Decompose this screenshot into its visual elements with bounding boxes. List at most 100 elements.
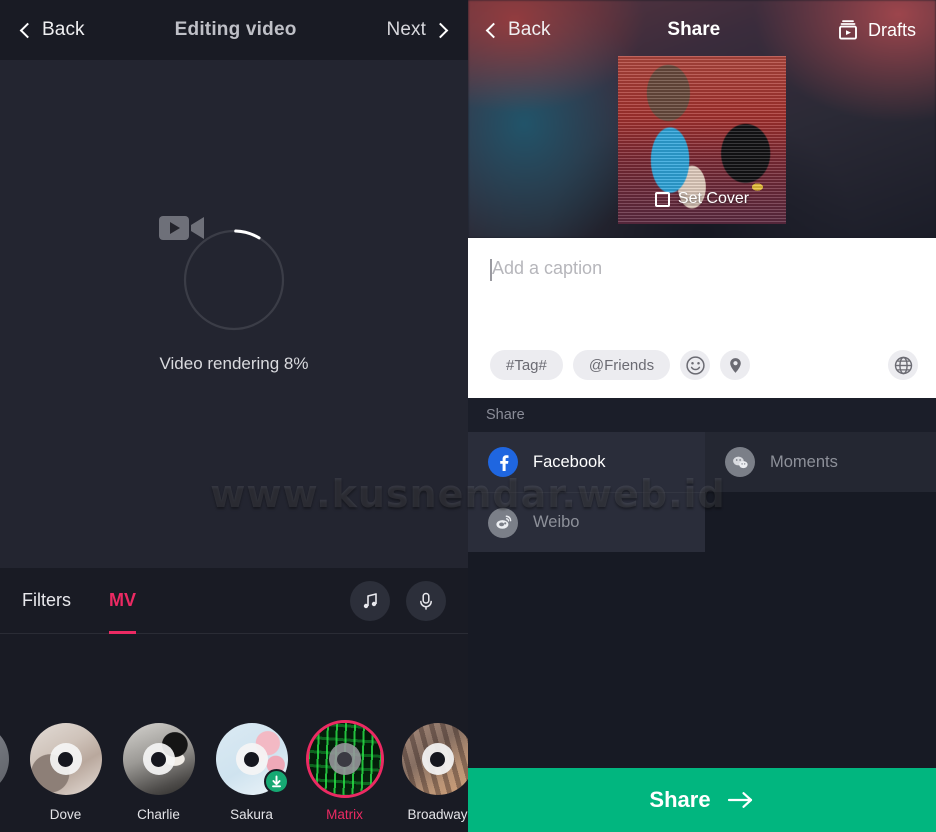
set-cover-button[interactable]: Set Cover [618, 190, 786, 208]
share-target-label: Weibo [533, 513, 580, 531]
disc-hole [142, 743, 175, 775]
caption-toolbar: #Tag# @Friends [490, 350, 918, 380]
text-caret [490, 259, 492, 281]
share-section-header: Share [468, 398, 936, 432]
mv-filter-label: Broadway [407, 807, 468, 822]
privacy-button[interactable] [888, 350, 918, 380]
share-submit-button[interactable]: Share [468, 768, 936, 832]
mv-filter-list[interactable]: Dove Charlie Sakura Matrix Broadway [0, 720, 468, 822]
share-back-button[interactable]: Back [485, 19, 551, 41]
mv-disc-wrap-selected [305, 720, 384, 798]
mv-disc-artwork [401, 723, 468, 795]
chevron-left-icon [485, 22, 502, 38]
share-section-label: Share [486, 407, 525, 423]
facebook-glyph [499, 454, 508, 471]
microphone-icon [420, 592, 432, 610]
progress-ring [159, 216, 286, 332]
render-progress-block: Video rendering 8% [0, 216, 468, 374]
mv-disc-wrap [0, 720, 12, 798]
music-button[interactable] [350, 580, 390, 621]
location-pin-icon [729, 357, 741, 373]
caption-card: Add a caption #Tag# @Friends [468, 238, 936, 398]
share-hero: Back Share Drafts Set Cover [468, 0, 936, 238]
editor-back-label: Back [42, 19, 85, 40]
mv-filter-item[interactable] [0, 720, 19, 807]
mv-filter-item-sakura[interactable]: Sakura [205, 720, 298, 822]
emoji-icon [685, 355, 705, 375]
share-submit-label: Share [649, 787, 711, 812]
download-badge[interactable] [263, 769, 289, 794]
tab-mv[interactable]: MV [109, 568, 136, 634]
mv-disc-wrap [120, 720, 198, 798]
mv-filter-label: Dove [49, 807, 82, 822]
video-thumbnail[interactable]: Set Cover [618, 56, 786, 224]
share-target-label: Moments [770, 452, 838, 471]
mv-disc-artwork [0, 723, 9, 795]
disc-hole [421, 743, 454, 775]
share-column-right: Moments [705, 432, 936, 492]
voiceover-button[interactable] [406, 580, 446, 621]
mv-disc-artwork [308, 723, 381, 795]
share-empty-area [468, 552, 936, 768]
mv-filter-item-charlie[interactable]: Charlie [112, 720, 205, 822]
share-back-label: Back [508, 19, 551, 40]
share-target-moments[interactable]: Moments [705, 432, 936, 492]
editor-header: Back Editing video Next [0, 0, 468, 60]
render-status-text: Video rendering 8% [159, 354, 309, 373]
share-target-facebook[interactable]: Facebook [468, 432, 705, 492]
video-preview-area[interactable]: Video rendering 8% [0, 60, 468, 568]
app-screen: Back Editing video Next Video rendering … [0, 0, 936, 832]
caption-placeholder: Add a caption [492, 258, 603, 278]
set-cover-label: Set Cover [677, 190, 750, 207]
chevron-left-icon [19, 22, 36, 38]
hashtag-chip[interactable]: #Tag# [490, 350, 563, 380]
location-button[interactable] [720, 350, 751, 380]
wechat-moments-icon [725, 447, 755, 477]
editing-video-panel: Back Editing video Next Video rendering … [0, 0, 468, 832]
download-arrow-icon [271, 775, 281, 788]
arrow-right-icon [727, 792, 752, 808]
mv-filter-label: Matrix [326, 807, 363, 822]
editor-tool-buttons [350, 580, 446, 621]
editor-next-button[interactable]: Next [386, 19, 449, 41]
disc-hole [49, 743, 82, 775]
wechat-moments-glyph [732, 456, 748, 468]
mv-disc-wrap [213, 720, 291, 798]
facebook-icon [488, 447, 518, 477]
emoji-button[interactable] [680, 350, 711, 380]
editor-tab-bar: Filters MV [0, 568, 468, 634]
mv-filter-label: Charlie [137, 807, 180, 822]
mv-disc-wrap [399, 720, 468, 798]
share-page-title: Share [667, 19, 721, 40]
tab-filters[interactable]: Filters [22, 568, 71, 634]
mv-disc-wrap [27, 720, 105, 798]
chevron-right-icon [432, 22, 449, 38]
weibo-icon [488, 507, 518, 538]
disc-hole [328, 743, 361, 775]
mv-filter-item-matrix[interactable]: Matrix [298, 720, 391, 822]
share-target-weibo[interactable]: Weibo [468, 492, 705, 552]
mv-disc-artwork [29, 723, 102, 795]
editor-page-title: Editing video [174, 19, 297, 40]
mv-filter-label: Sakura [230, 807, 273, 822]
mv-disc-artwork [122, 723, 195, 795]
share-target-label: Facebook [533, 452, 606, 471]
caption-input[interactable]: Add a caption [490, 258, 914, 281]
drafts-label: Drafts [867, 19, 916, 40]
share-column-left: Facebook Weibo [468, 432, 705, 552]
editor-tools-panel: Filters MV Dove Charlie Sakura Matrix Br… [0, 568, 468, 832]
globe-icon [894, 356, 912, 374]
mv-filter-item-broadway[interactable]: Broadway [391, 720, 468, 822]
share-targets-grid: Facebook Weibo Moments [468, 432, 936, 552]
weibo-glyph [495, 515, 511, 529]
mv-filter-item-dove[interactable]: Dove [19, 720, 112, 822]
mention-chip[interactable]: @Friends [572, 350, 671, 380]
share-header: Back Share Drafts [468, 0, 936, 60]
share-panel: Back Share Drafts Set Cover Add a captio… [468, 0, 936, 832]
editor-next-label: Next [386, 19, 426, 40]
drafts-button[interactable]: Drafts [837, 19, 916, 41]
disc-hole [235, 743, 268, 775]
editor-back-button[interactable]: Back [19, 19, 85, 41]
set-cover-icon [654, 191, 670, 207]
music-icon [363, 592, 377, 608]
